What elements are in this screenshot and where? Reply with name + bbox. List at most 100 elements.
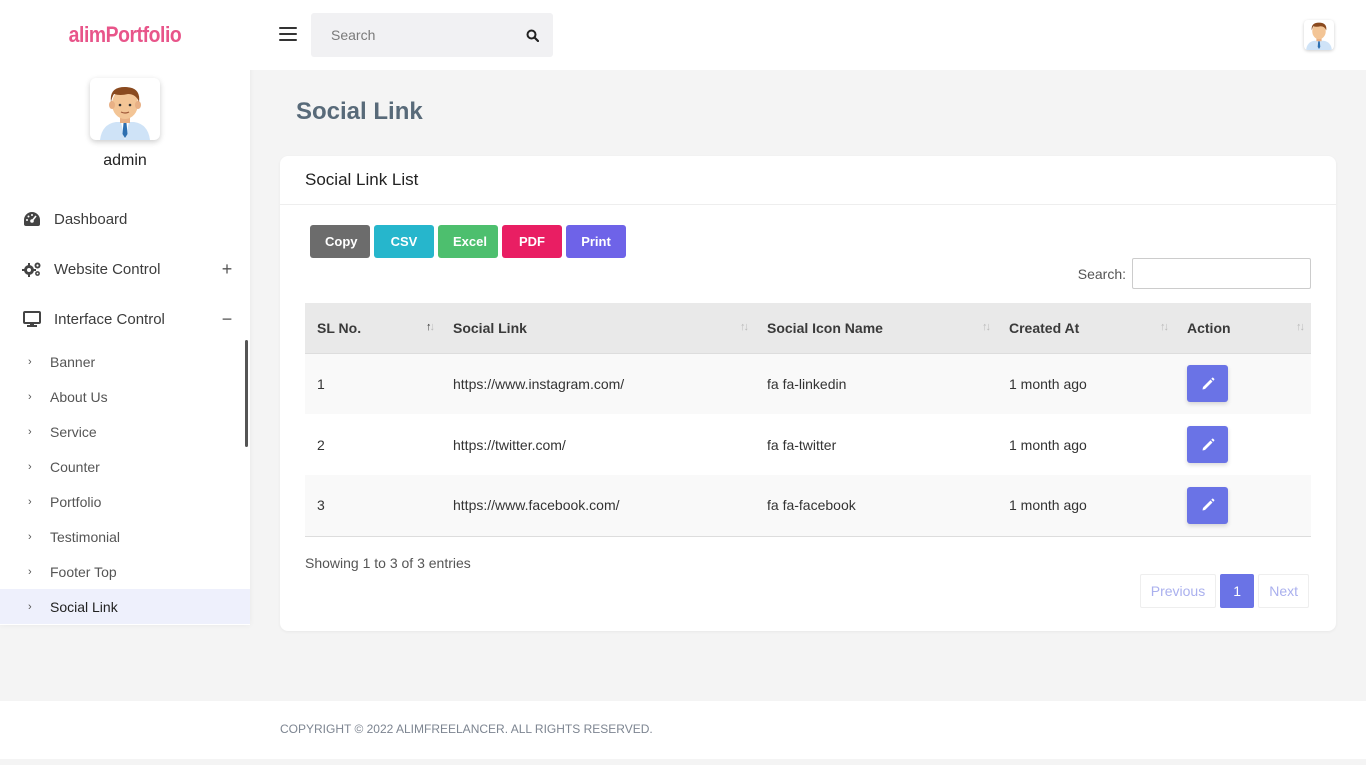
profile-card: admin — [0, 78, 250, 170]
sidebar-item-label: Website Control — [54, 260, 161, 278]
cell-icon-name: fa fa-twitter — [767, 436, 837, 453]
sidebar-item-dashboard[interactable]: Dashboard — [0, 194, 250, 244]
column-header-label: Social Icon Name — [767, 319, 883, 336]
table-header-row: SL No. ↑↓ Social Link ↑↓ Social Icon Name ↑… — [305, 303, 1311, 354]
search-input[interactable] — [311, 27, 512, 43]
sidebar: alimPortfolio admin Dashboard Website Co… — [0, 0, 250, 625]
pencil-icon — [1202, 438, 1214, 450]
sort-icon[interactable]: ↑↓ — [1296, 321, 1305, 333]
sidebar-scrollbar[interactable] — [245, 340, 248, 447]
table-row: 2 https://twitter.com/ fa fa-twitter 1 m… — [305, 414, 1311, 475]
cell-action — [1175, 475, 1311, 537]
cell-sl-no: 1 — [317, 375, 325, 392]
chevron-right-icon: › — [28, 460, 32, 473]
sidebar-subitem-portfolio[interactable]: › Portfolio — [0, 484, 250, 519]
table-search-input[interactable] — [1132, 258, 1311, 289]
sidebar-item-website-control[interactable]: Website Control + — [0, 244, 250, 294]
edit-button[interactable] — [1187, 365, 1228, 403]
column-header-label: Created At — [1009, 319, 1080, 336]
sort-icon[interactable]: ↑↓ — [982, 321, 991, 333]
cell-social-link: https://twitter.com/ — [453, 436, 566, 453]
chevron-right-icon: › — [28, 565, 32, 578]
column-header-label: SL No. — [317, 319, 362, 336]
sidebar-subitem-about-us[interactable]: › About Us — [0, 379, 250, 414]
column-header-social-link[interactable]: Social Link ↑↓ — [441, 303, 755, 354]
column-header-social-icon-name[interactable]: Social Icon Name ↑↓ — [755, 303, 997, 354]
topbar — [250, 0, 1366, 70]
copy-button[interactable]: Copy — [310, 225, 370, 258]
sidebar-subitem-label: Testimonial — [50, 528, 121, 545]
chevron-right-icon: › — [28, 495, 32, 508]
sidebar-item-interface-control[interactable]: Interface Control − — [0, 294, 250, 344]
sidebar-subitem-social-link[interactable]: › Social Link — [0, 589, 250, 624]
page-title: Social Link — [296, 98, 423, 125]
page-1-button[interactable]: 1 — [1220, 574, 1255, 608]
table-row: 3 https://www.facebook.com/ fa fa-facebo… — [305, 475, 1311, 537]
top-search — [311, 13, 553, 57]
sidebar-subitem-label: Social Link — [50, 598, 118, 615]
card-title: Social Link List — [280, 156, 1336, 205]
brand-name[interactable]: alimPortfolio — [69, 22, 182, 48]
cell-sl-no: 3 — [305, 475, 441, 537]
dashboard-icon — [22, 209, 42, 229]
cell-action — [1175, 414, 1311, 475]
sidebar-subitem-label: Banner — [50, 353, 96, 370]
sidebar-subitem-banner[interactable]: › Banner — [0, 344, 250, 379]
cell-icon-name: fa fa-linkedin — [767, 375, 847, 392]
sidebar-subitem-label: Service — [50, 423, 97, 440]
avatar — [90, 78, 160, 140]
sidebar-item-label: Dashboard — [54, 210, 128, 228]
edit-button[interactable] — [1187, 426, 1228, 463]
csv-button[interactable]: CSV — [374, 225, 434, 258]
cell-created-at: 1 month ago — [1009, 436, 1087, 453]
column-header-label: Social Link — [453, 319, 527, 336]
expand-icon[interactable]: + — [220, 259, 234, 280]
chevron-right-icon: › — [28, 600, 32, 613]
cell-social-link: https://www.facebook.com/ — [441, 475, 755, 537]
profile-name: admin — [103, 152, 147, 169]
excel-button[interactable]: Excel — [438, 225, 498, 258]
table-info: Showing 1 to 3 of 3 entries — [305, 555, 471, 571]
cell-created-at: 1 month ago — [1009, 375, 1087, 392]
cell-sl-no: 2 — [317, 436, 325, 453]
social-link-table: SL No. ↑↓ Social Link ↑↓ Social Icon Name ↑… — [305, 303, 1311, 537]
next-button[interactable]: Next — [1258, 574, 1309, 608]
sidebar-subitem-footer-top[interactable]: › Footer Top — [0, 554, 250, 589]
pdf-button[interactable]: PDF — [502, 225, 562, 258]
export-buttons: Copy CSV Excel PDF Print — [310, 225, 626, 258]
sort-icon[interactable]: ↑↓ — [740, 321, 749, 333]
sidebar-subitem-label: About Us — [50, 388, 108, 405]
sidebar-subitem-testimonial[interactable]: › Testimonial — [0, 519, 250, 554]
chevron-right-icon: › — [28, 530, 32, 543]
column-header-label: Action — [1187, 319, 1231, 336]
search-icon[interactable] — [512, 13, 553, 57]
table-search: Search: — [1078, 258, 1311, 289]
sidebar-subitem-service[interactable]: › Service — [0, 414, 250, 449]
print-button[interactable]: Print — [566, 225, 626, 258]
edit-button[interactable] — [1187, 486, 1228, 524]
menu-icon[interactable] — [279, 27, 297, 43]
sidebar-subitem-label: Portfolio — [50, 493, 102, 510]
chevron-right-icon: › — [28, 355, 32, 368]
table-row: 1 https://www.instagram.com/ fa fa-linke… — [305, 353, 1311, 414]
chevron-right-icon: › — [28, 425, 32, 438]
brand-logo[interactable]: alimPortfolio — [0, 0, 250, 70]
user-avatar[interactable] — [1304, 20, 1334, 50]
pagination: Previous 1 Next — [1139, 574, 1309, 608]
column-header-action[interactable]: Action ↑↓ — [1175, 303, 1311, 354]
cell-icon-name: fa fa-facebook — [755, 475, 997, 537]
sort-icon[interactable]: ↑↓ — [1160, 321, 1169, 333]
social-link-card: Social Link List Copy CSV Excel PDF Prin… — [280, 156, 1336, 631]
monitor-icon — [22, 309, 42, 329]
previous-button[interactable]: Previous — [1139, 574, 1217, 608]
cell-action — [1175, 353, 1311, 414]
pencil-icon — [1202, 498, 1214, 511]
collapse-icon[interactable]: − — [220, 309, 234, 330]
column-header-created-at[interactable]: Created At ↑↓ — [997, 303, 1175, 354]
sort-icon[interactable]: ↑↓ — [426, 321, 435, 333]
sidebar-subitem-label: Footer Top — [50, 563, 117, 580]
chevron-right-icon: › — [28, 390, 32, 403]
column-header-sl-no[interactable]: SL No. ↑↓ — [305, 303, 441, 354]
sidebar-subitem-counter[interactable]: › Counter — [0, 449, 250, 484]
sidebar-nav: Dashboard Website Control + Interface Co… — [0, 194, 250, 624]
